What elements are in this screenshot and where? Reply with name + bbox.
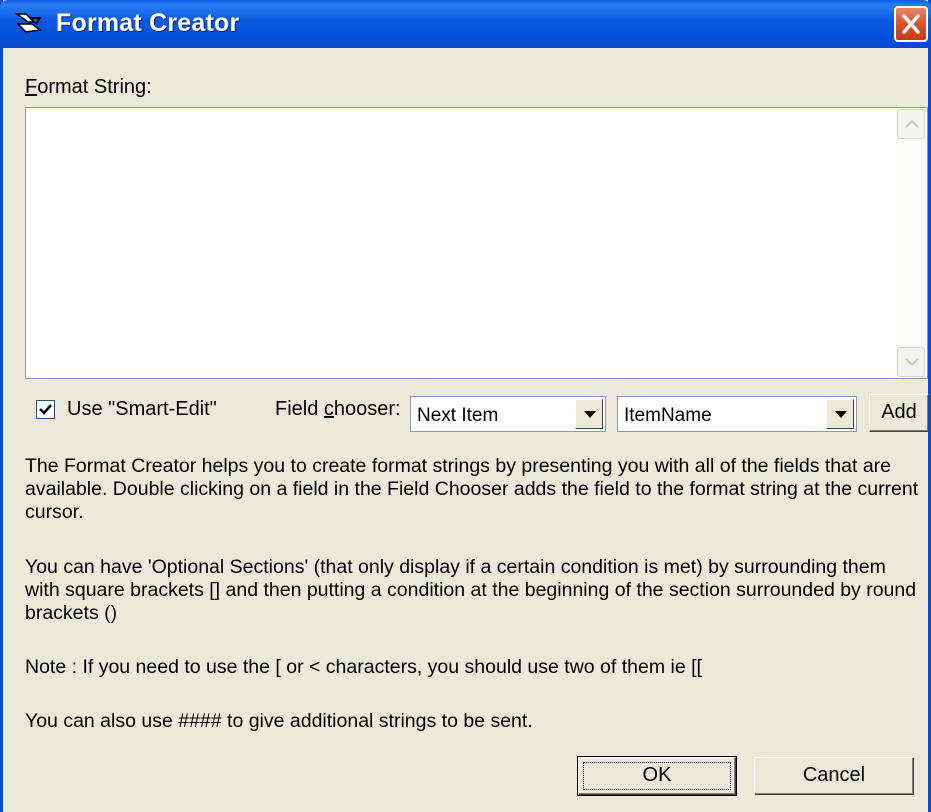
add-field-button[interactable]: Add [869, 394, 929, 432]
format-string-textarea[interactable] [25, 107, 928, 379]
smart-edit-label[interactable]: Use "Smart-Edit" [67, 398, 217, 421]
scroll-up-button[interactable] [897, 109, 925, 139]
close-button[interactable] [894, 6, 928, 42]
combo-1-dropdown-button[interactable] [575, 399, 603, 429]
field-chooser-combo-1[interactable]: Next Item [410, 396, 606, 432]
help-paragraph-2: You can have 'Optional Sections' (that o… [25, 556, 917, 624]
field-chooser-label-end: hooser: [333, 398, 401, 420]
cancel-button[interactable]: Cancel [754, 757, 914, 795]
dropdown-arrow-icon [584, 411, 596, 418]
app-icon [14, 13, 42, 33]
help-paragraph-4: You can also use #### to give additional… [25, 710, 533, 732]
format-string-label: Format String: [25, 76, 152, 99]
scroll-down-button[interactable] [897, 347, 925, 377]
chevron-up-icon [905, 119, 919, 128]
format-string-mnemonic: F [25, 76, 38, 98]
ok-focus-rect [583, 762, 731, 790]
field-chooser-label-start: Field [275, 398, 324, 420]
window-title: Format Creator [56, 9, 240, 37]
title-bar[interactable]: Format Creator [0, 0, 931, 48]
field-chooser-mnemonic: c [323, 398, 334, 420]
smart-edit-checkbox[interactable] [36, 400, 55, 419]
combo-2-dropdown-button[interactable] [826, 399, 854, 429]
combo-2-value: ItemName [624, 405, 712, 426]
field-chooser-combo-2[interactable]: ItemName [617, 396, 857, 432]
help-paragraph-3: Note : If you need to use the [ or < cha… [25, 656, 702, 678]
format-string-label-text: ormat String: [37, 76, 152, 98]
combo-1-value: Next Item [417, 405, 499, 426]
close-icon [902, 14, 920, 34]
format-creator-window: Format Creator Format String: Use "Smart… [0, 0, 931, 812]
chevron-down-icon [905, 358, 919, 367]
checkmark-icon [39, 404, 52, 415]
vertical-scrollbar[interactable] [896, 109, 926, 377]
help-paragraph-1: The Format Creator helps you to create f… [25, 455, 919, 523]
field-chooser-label: Field chooser: [275, 398, 401, 421]
ok-button[interactable]: OK [577, 756, 737, 796]
dropdown-arrow-icon [835, 411, 847, 418]
